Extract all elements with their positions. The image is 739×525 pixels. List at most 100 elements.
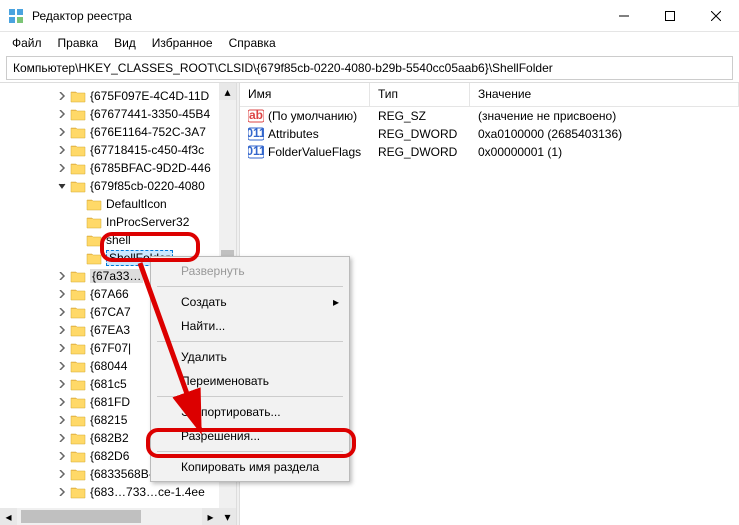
tree-horizontal-scrollbar[interactable]: ◂ ▸ [0, 508, 219, 525]
menu-help[interactable]: Справка [221, 34, 284, 52]
window-title: Редактор реестра [32, 9, 601, 23]
list-row[interactable]: 011FolderValueFlagsREG_DWORD0x00000001 (… [240, 143, 739, 161]
tree-label: {67CA7 [90, 305, 131, 319]
svg-text:011: 011 [248, 145, 264, 158]
ctx-delete[interactable]: Удалить [153, 345, 347, 369]
menu-file[interactable]: Файл [4, 34, 50, 52]
expand-icon[interactable] [56, 162, 68, 174]
expand-icon[interactable] [56, 306, 68, 318]
tree-item[interactable]: {683…733…ce-1.4ee [4, 483, 236, 501]
svg-text:011: 011 [248, 127, 264, 140]
tree-label: {67A66 [90, 287, 129, 301]
cell-type: REG_DWORD [370, 127, 470, 141]
expand-icon[interactable] [56, 378, 68, 390]
expand-icon[interactable] [56, 414, 68, 426]
tree-label: {68044 [90, 359, 127, 373]
expand-icon[interactable] [56, 126, 68, 138]
tree-label: {67F07| [90, 341, 131, 355]
expand-icon[interactable] [56, 450, 68, 462]
expand-icon[interactable] [56, 288, 68, 300]
expand-icon[interactable] [56, 396, 68, 408]
tree-label: {67EA3 [90, 323, 130, 337]
tree-label: {675F097E-4C4D-11D [90, 89, 209, 103]
tree-label: {67677441-3350-45B4 [90, 107, 210, 121]
scroll-down-icon[interactable]: ▾ [219, 508, 236, 525]
expand-icon[interactable] [56, 90, 68, 102]
address-bar[interactable]: Компьютер\HKEY_CLASSES_ROOT\CLSID\{679f8… [6, 56, 733, 80]
expand-icon[interactable] [72, 216, 84, 228]
tree-label: {68215 [90, 413, 127, 427]
expand-icon[interactable] [56, 360, 68, 372]
cell-type: REG_SZ [370, 109, 470, 123]
tree-item[interactable]: {67718415-c450-4f3c [4, 141, 236, 159]
expand-icon[interactable] [72, 252, 84, 264]
close-button[interactable] [693, 0, 739, 32]
scroll-right-icon[interactable]: ▸ [202, 508, 219, 525]
tree-label: {676E1164-752C-3A7 [90, 125, 206, 139]
tree-item[interactable]: {676E1164-752C-3A7 [4, 123, 236, 141]
cell-name: 011Attributes [240, 127, 370, 142]
cell-value: (значение не присвоено) [470, 109, 739, 123]
tree-label: {681FD [90, 395, 130, 409]
cell-name: 011FolderValueFlags [240, 145, 370, 160]
tree-item[interactable]: {679f85cb-0220-4080 [4, 177, 236, 195]
minimize-button[interactable] [601, 0, 647, 32]
tree-label: {683…733…ce-1.4ee [90, 485, 205, 499]
column-type[interactable]: Тип [370, 83, 470, 106]
tree-item[interactable]: InProcServer32 [4, 213, 236, 231]
tree-label: InProcServer32 [106, 215, 189, 229]
expand-icon[interactable] [72, 234, 84, 246]
list-row[interactable]: ab(По умолчанию)REG_SZ(значение не присв… [240, 107, 739, 125]
submenu-arrow-icon: ▸ [333, 295, 339, 309]
content-area: {675F097E-4C4D-11D {67677441-3350-45B4 {67… [0, 82, 739, 525]
tree-item[interactable]: {675F097E-4C4D-11D [4, 87, 236, 105]
maximize-button[interactable] [647, 0, 693, 32]
expand-icon[interactable] [56, 468, 68, 480]
titlebar: Редактор реестра [0, 0, 739, 32]
ctx-create[interactable]: Создать▸ [153, 290, 347, 314]
tree-item[interactable]: {67677441-3350-45B4 [4, 105, 236, 123]
scroll-left-icon[interactable]: ◂ [0, 508, 17, 525]
menu-favorites[interactable]: Избранное [144, 34, 221, 52]
cell-value: 0x00000001 (1) [470, 145, 739, 159]
tree-label: shell [106, 233, 131, 247]
expand-icon[interactable] [56, 108, 68, 120]
tree-label: {682B2 [90, 431, 129, 445]
scroll-up-icon[interactable]: ▴ [219, 83, 236, 100]
cell-value: 0xa0100000 (2685403136) [470, 127, 739, 141]
tree-item[interactable]: DefaultIcon [4, 195, 236, 213]
tree-label: {681c5 [90, 377, 127, 391]
tree-item[interactable]: {6785BFAC-9D2D-446 [4, 159, 236, 177]
expand-icon[interactable] [56, 144, 68, 156]
expand-icon[interactable] [56, 342, 68, 354]
ctx-find[interactable]: Найти... [153, 314, 347, 338]
menubar: Файл Правка Вид Избранное Справка [0, 32, 739, 54]
scroll-thumb[interactable] [21, 510, 141, 523]
cell-name: ab(По умолчанию) [240, 109, 370, 124]
expand-icon[interactable] [56, 270, 68, 282]
list-header: Имя Тип Значение [240, 83, 739, 107]
menu-view[interactable]: Вид [106, 34, 144, 52]
tree-label: {67718415-c450-4f3c [90, 143, 204, 157]
app-icon [8, 8, 24, 24]
ctx-export[interactable]: Экспортировать... [153, 400, 347, 424]
cell-type: REG_DWORD [370, 145, 470, 159]
ctx-permissions[interactable]: Разрешения... [153, 424, 347, 448]
tree-item[interactable]: shell [4, 231, 236, 249]
tree-label: {682D6 [90, 449, 129, 463]
expand-icon[interactable] [56, 486, 68, 498]
column-value[interactable]: Значение [470, 83, 739, 106]
svg-text:ab: ab [249, 109, 263, 122]
column-name[interactable]: Имя [240, 83, 370, 106]
ctx-expand: Развернуть [153, 259, 347, 283]
expand-icon[interactable] [56, 432, 68, 444]
tree-label: DefaultIcon [106, 197, 167, 211]
context-menu: Развернуть Создать▸ Найти... Удалить Пер… [150, 256, 350, 482]
expand-icon[interactable] [56, 324, 68, 336]
ctx-copy-key[interactable]: Копировать имя раздела [153, 455, 347, 479]
list-row[interactable]: 011AttributesREG_DWORD0xa0100000 (268540… [240, 125, 739, 143]
ctx-rename[interactable]: Переименовать [153, 369, 347, 393]
expand-icon[interactable] [72, 198, 84, 210]
menu-edit[interactable]: Правка [50, 34, 107, 52]
expand-icon[interactable] [56, 180, 68, 192]
